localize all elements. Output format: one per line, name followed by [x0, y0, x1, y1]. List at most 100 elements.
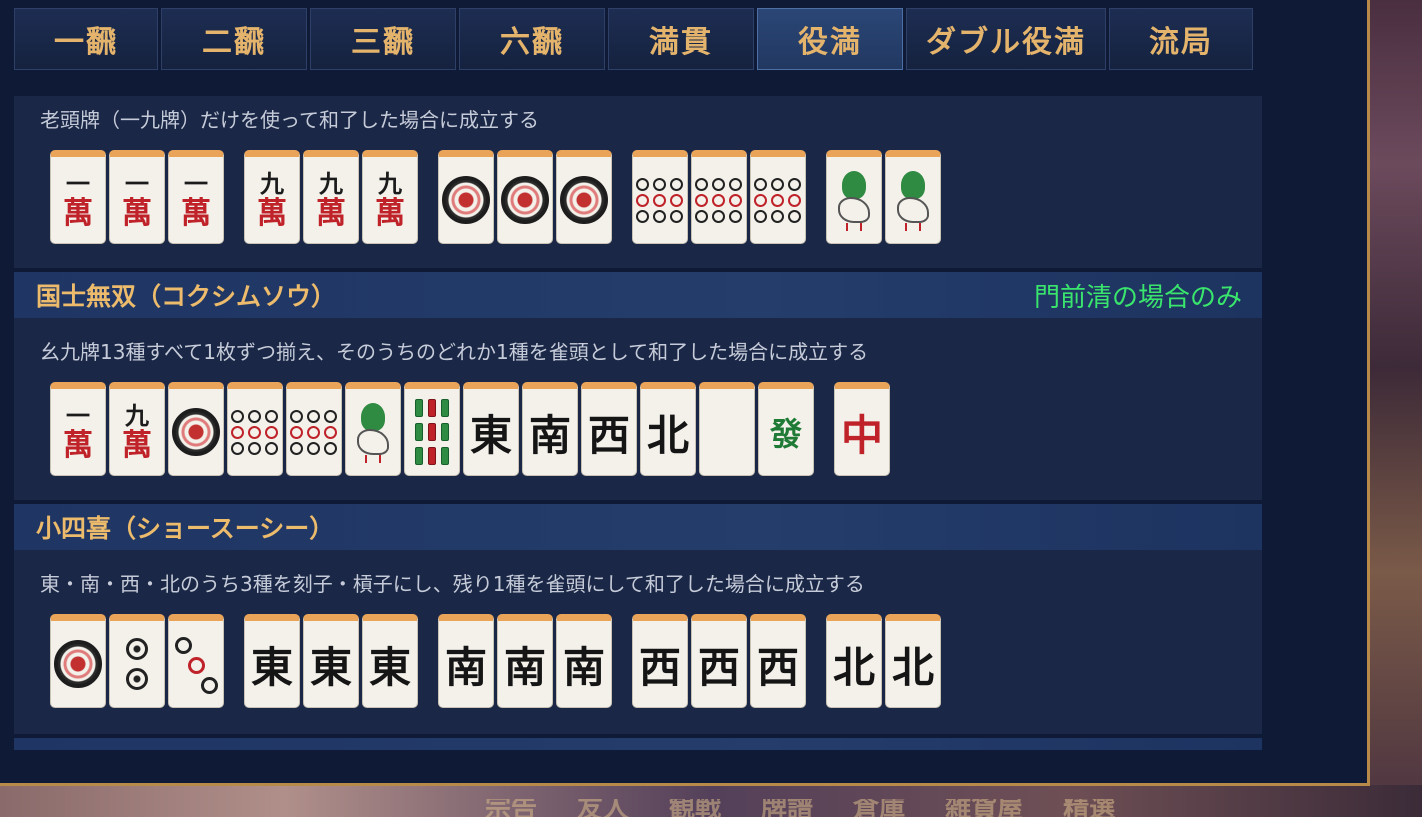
circle-pip	[231, 409, 244, 423]
mahjong-tile: 九萬	[362, 150, 418, 244]
bottom-menu-item[interactable]: 精選	[1063, 799, 1115, 817]
circle-pip	[231, 425, 244, 439]
circle-nine-icon	[695, 177, 743, 223]
tile-suit-glyph: 萬	[122, 428, 152, 463]
mahjong-tile	[438, 150, 494, 244]
circle-pip	[670, 177, 683, 191]
tile-face: 發	[759, 389, 813, 475]
mahjong-tile	[404, 382, 460, 476]
bird-bamboo-icon	[353, 401, 393, 463]
circle-one-icon	[172, 408, 220, 456]
tile-honor-glyph: 北	[832, 642, 875, 692]
bottom-menu-item[interactable]: 宗告	[485, 799, 537, 817]
tab-ryuukyoku[interactable]: 流局	[1109, 8, 1253, 70]
tile-face	[633, 157, 687, 243]
circle-nine-icon	[231, 409, 279, 455]
tile-face: 北	[827, 621, 881, 707]
yaku-section-kokushi: 国士無双（コクシムソウ） 門前清の場合のみ 幺九牌13種すべて1枚ずつ揃え、その…	[14, 272, 1262, 500]
circle-one-icon	[501, 176, 549, 224]
tile-face: 一萬	[169, 157, 223, 243]
tile-face	[110, 621, 164, 707]
circle-pip	[265, 441, 278, 455]
circle-three-icon	[173, 633, 219, 695]
bird-legs	[905, 223, 921, 231]
tile-honor-glyph: 北	[646, 410, 689, 460]
mahjong-tile: 南	[438, 614, 494, 708]
tab-yakuman[interactable]: 役満	[757, 8, 903, 70]
tile-face	[51, 621, 105, 707]
mahjong-tile: 東	[362, 614, 418, 708]
tile-face: 南	[498, 621, 552, 707]
tile-honor-glyph: 北	[891, 642, 934, 692]
circle-pip	[324, 441, 337, 455]
tile-honor-glyph: 東	[250, 642, 293, 692]
tile-face: 東	[304, 621, 358, 707]
tile-suit-glyph: 萬	[122, 196, 152, 231]
bird-body	[897, 197, 929, 223]
background-art-right	[1368, 0, 1422, 817]
tile-row: 一萬九萬東南西北發中	[50, 382, 1150, 478]
circle-one-icon	[442, 176, 490, 224]
bottom-menu-item[interactable]: 牌譜	[761, 799, 813, 817]
circle-nine-icon	[636, 177, 684, 223]
circle-pip	[729, 193, 742, 207]
mahjong-tile: 北	[640, 382, 696, 476]
yaku-title: 小四喜（ショースーシー）	[36, 514, 335, 543]
bottom-menu-item[interactable]: 友人	[577, 799, 629, 817]
tab-double-yakuman[interactable]: ダブル役満	[906, 8, 1106, 70]
tab-2-han[interactable]: 二飜	[161, 8, 307, 70]
yaku-list-panel: 一飜 二飜 三飜 六飜 満貫 役満 ダブル役満 流局 老頭牌（一九牌）だけを使っ…	[0, 0, 1370, 786]
circle-pip	[771, 177, 784, 191]
tile-face: 南	[557, 621, 611, 707]
bird-legs	[846, 223, 862, 231]
mahjong-tile	[826, 150, 882, 244]
tile-face: 東	[464, 389, 518, 475]
yaku-section-shousuushii: 小四喜（ショースーシー） 東・南・西・北のうち3種を刻子・槓子にし、残り1種を雀…	[14, 504, 1262, 734]
mahjong-tile: 北	[885, 614, 941, 708]
tile-rank-glyph: 九	[125, 401, 149, 430]
tile-face: 南	[439, 621, 493, 707]
tab-mangan[interactable]: 満貫	[608, 8, 754, 70]
circle-pip	[695, 177, 708, 191]
circle-pip	[307, 425, 320, 439]
tab-3-han[interactable]: 三飜	[310, 8, 456, 70]
mahjong-tile: 東	[303, 614, 359, 708]
yaku-condition: 門前清の場合のみ	[1033, 282, 1242, 313]
tile-rank-glyph: 一	[184, 169, 208, 198]
mahjong-tile: 南	[497, 614, 553, 708]
circle-one-icon	[560, 176, 608, 224]
circle-one-icon	[54, 640, 102, 688]
mahjong-tile	[556, 150, 612, 244]
tile-face	[751, 157, 805, 243]
bottom-menu-item[interactable]: 観戦	[669, 799, 721, 817]
tile-row: 東東東南南南西西西北北	[50, 614, 1150, 710]
circle-pip	[248, 425, 261, 439]
tab-1-han[interactable]: 一飜	[14, 8, 158, 70]
tab-6-han[interactable]: 六飜	[459, 8, 605, 70]
bottom-menu-item[interactable]: 雑貨屋	[945, 799, 1023, 817]
tile-face	[692, 157, 746, 243]
mahjong-tile: 中	[834, 382, 890, 476]
bottom-menu-item[interactable]: 倉庫	[853, 799, 905, 817]
bamboo-stick	[428, 423, 436, 441]
tile-honor-glyph: 東	[309, 642, 352, 692]
tile-face: 九萬	[304, 157, 358, 243]
circle-pip	[636, 193, 649, 207]
tile-face: 東	[363, 621, 417, 707]
circle-pip	[712, 209, 725, 223]
tile-face	[498, 157, 552, 243]
circle-pip	[670, 209, 683, 223]
circle-pip	[771, 209, 784, 223]
yaku-header: 小四喜（ショースーシー）	[14, 504, 1262, 550]
mahjong-tile	[497, 150, 553, 244]
circle-pip	[126, 638, 148, 660]
tile-face	[439, 157, 493, 243]
mahjong-tile: 北	[826, 614, 882, 708]
tile-face	[169, 621, 223, 707]
yaku-scroll-content[interactable]: 老頭牌（一九牌）だけを使って和了した場合に成立する 一萬一萬一萬九萬九萬九萬 国…	[14, 96, 1262, 750]
mahjong-tile: 南	[556, 614, 612, 708]
mahjong-tile	[227, 382, 283, 476]
circle-pip	[290, 441, 303, 455]
tile-rank-glyph: 一	[66, 169, 90, 198]
bird-bush	[361, 403, 385, 431]
